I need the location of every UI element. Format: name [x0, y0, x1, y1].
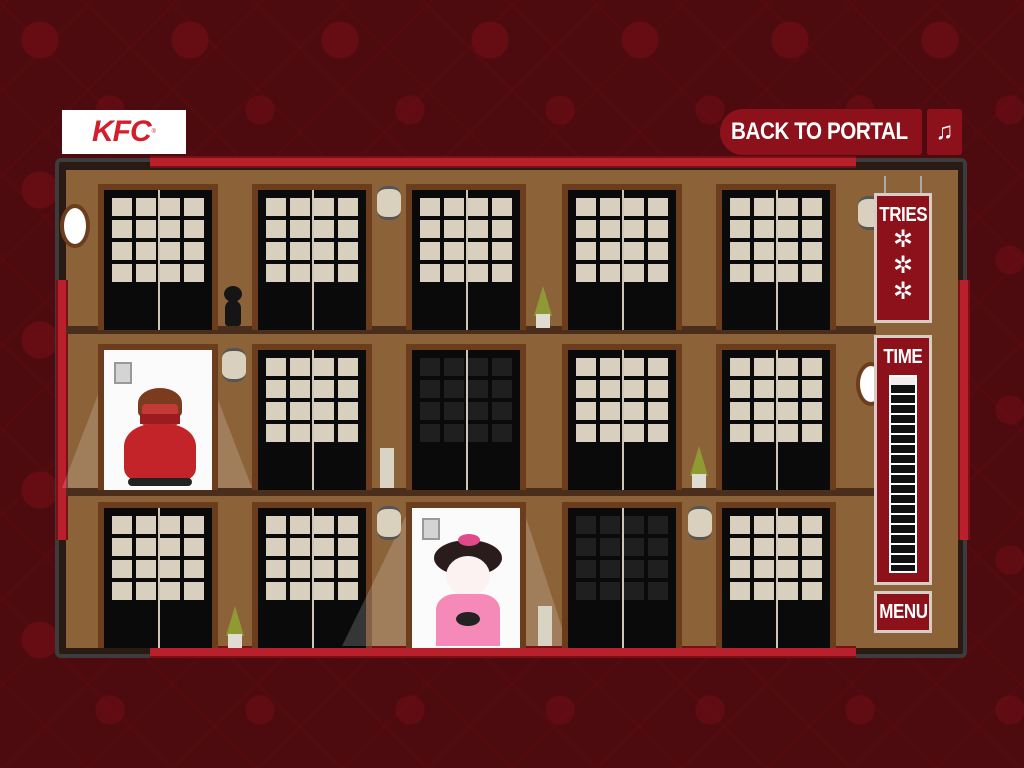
menu-button[interactable]: MENU — [874, 591, 932, 633]
tries-panel: TRIES ✲ ✲ ✲ — [874, 193, 932, 323]
door[interactable] — [716, 344, 836, 490]
door-dark[interactable] — [406, 344, 526, 490]
door[interactable] — [98, 502, 218, 648]
paper-lantern — [377, 186, 401, 220]
door[interactable] — [252, 344, 372, 490]
back-to-portal-label: BACK TO PORTAL — [731, 118, 908, 145]
paper-lantern — [688, 506, 712, 540]
door[interactable] — [562, 344, 682, 490]
paper-lantern — [377, 506, 401, 540]
shuriken-icon: ✲ — [892, 252, 914, 279]
time-bar-fill — [891, 384, 915, 571]
right-rail — [958, 280, 970, 540]
door[interactable] — [98, 184, 218, 330]
shuriken-icon: ✲ — [892, 226, 914, 253]
music-toggle-button[interactable]: ♫ — [927, 109, 962, 155]
black-cat — [222, 286, 244, 326]
door[interactable] — [406, 184, 526, 330]
top-rail — [150, 156, 856, 168]
door[interactable] — [716, 184, 836, 330]
geisha-character — [430, 534, 506, 646]
door[interactable] — [252, 184, 372, 330]
vase-with-reeds — [538, 606, 552, 646]
menu-label: MENU — [878, 600, 928, 623]
kfc-logo-text: KFC — [91, 115, 152, 148]
left-rail — [56, 280, 68, 540]
potted-plant — [226, 606, 244, 648]
tries-label: TRIES — [879, 204, 927, 226]
light-bulb — [114, 362, 132, 384]
shuriken-icon: ✲ — [892, 278, 914, 305]
door[interactable] — [562, 184, 682, 330]
vase-with-reeds — [380, 448, 394, 488]
time-panel: TIME — [874, 335, 932, 585]
door[interactable] — [716, 502, 836, 648]
potted-plant — [534, 286, 552, 328]
paper-lantern — [222, 348, 246, 382]
time-bar — [889, 375, 917, 573]
kfc-logo: KFC ® — [62, 110, 186, 154]
light-bulb — [422, 518, 440, 540]
registered-mark: ® — [151, 129, 157, 135]
porthole-window — [60, 204, 90, 248]
time-label: TIME — [883, 346, 923, 368]
back-to-portal-button[interactable]: BACK TO PORTAL — [720, 109, 922, 155]
potted-plant — [690, 446, 708, 488]
music-note-icon: ♫ — [935, 118, 954, 145]
door-dark[interactable] — [562, 502, 682, 648]
ninja-character — [118, 388, 202, 488]
